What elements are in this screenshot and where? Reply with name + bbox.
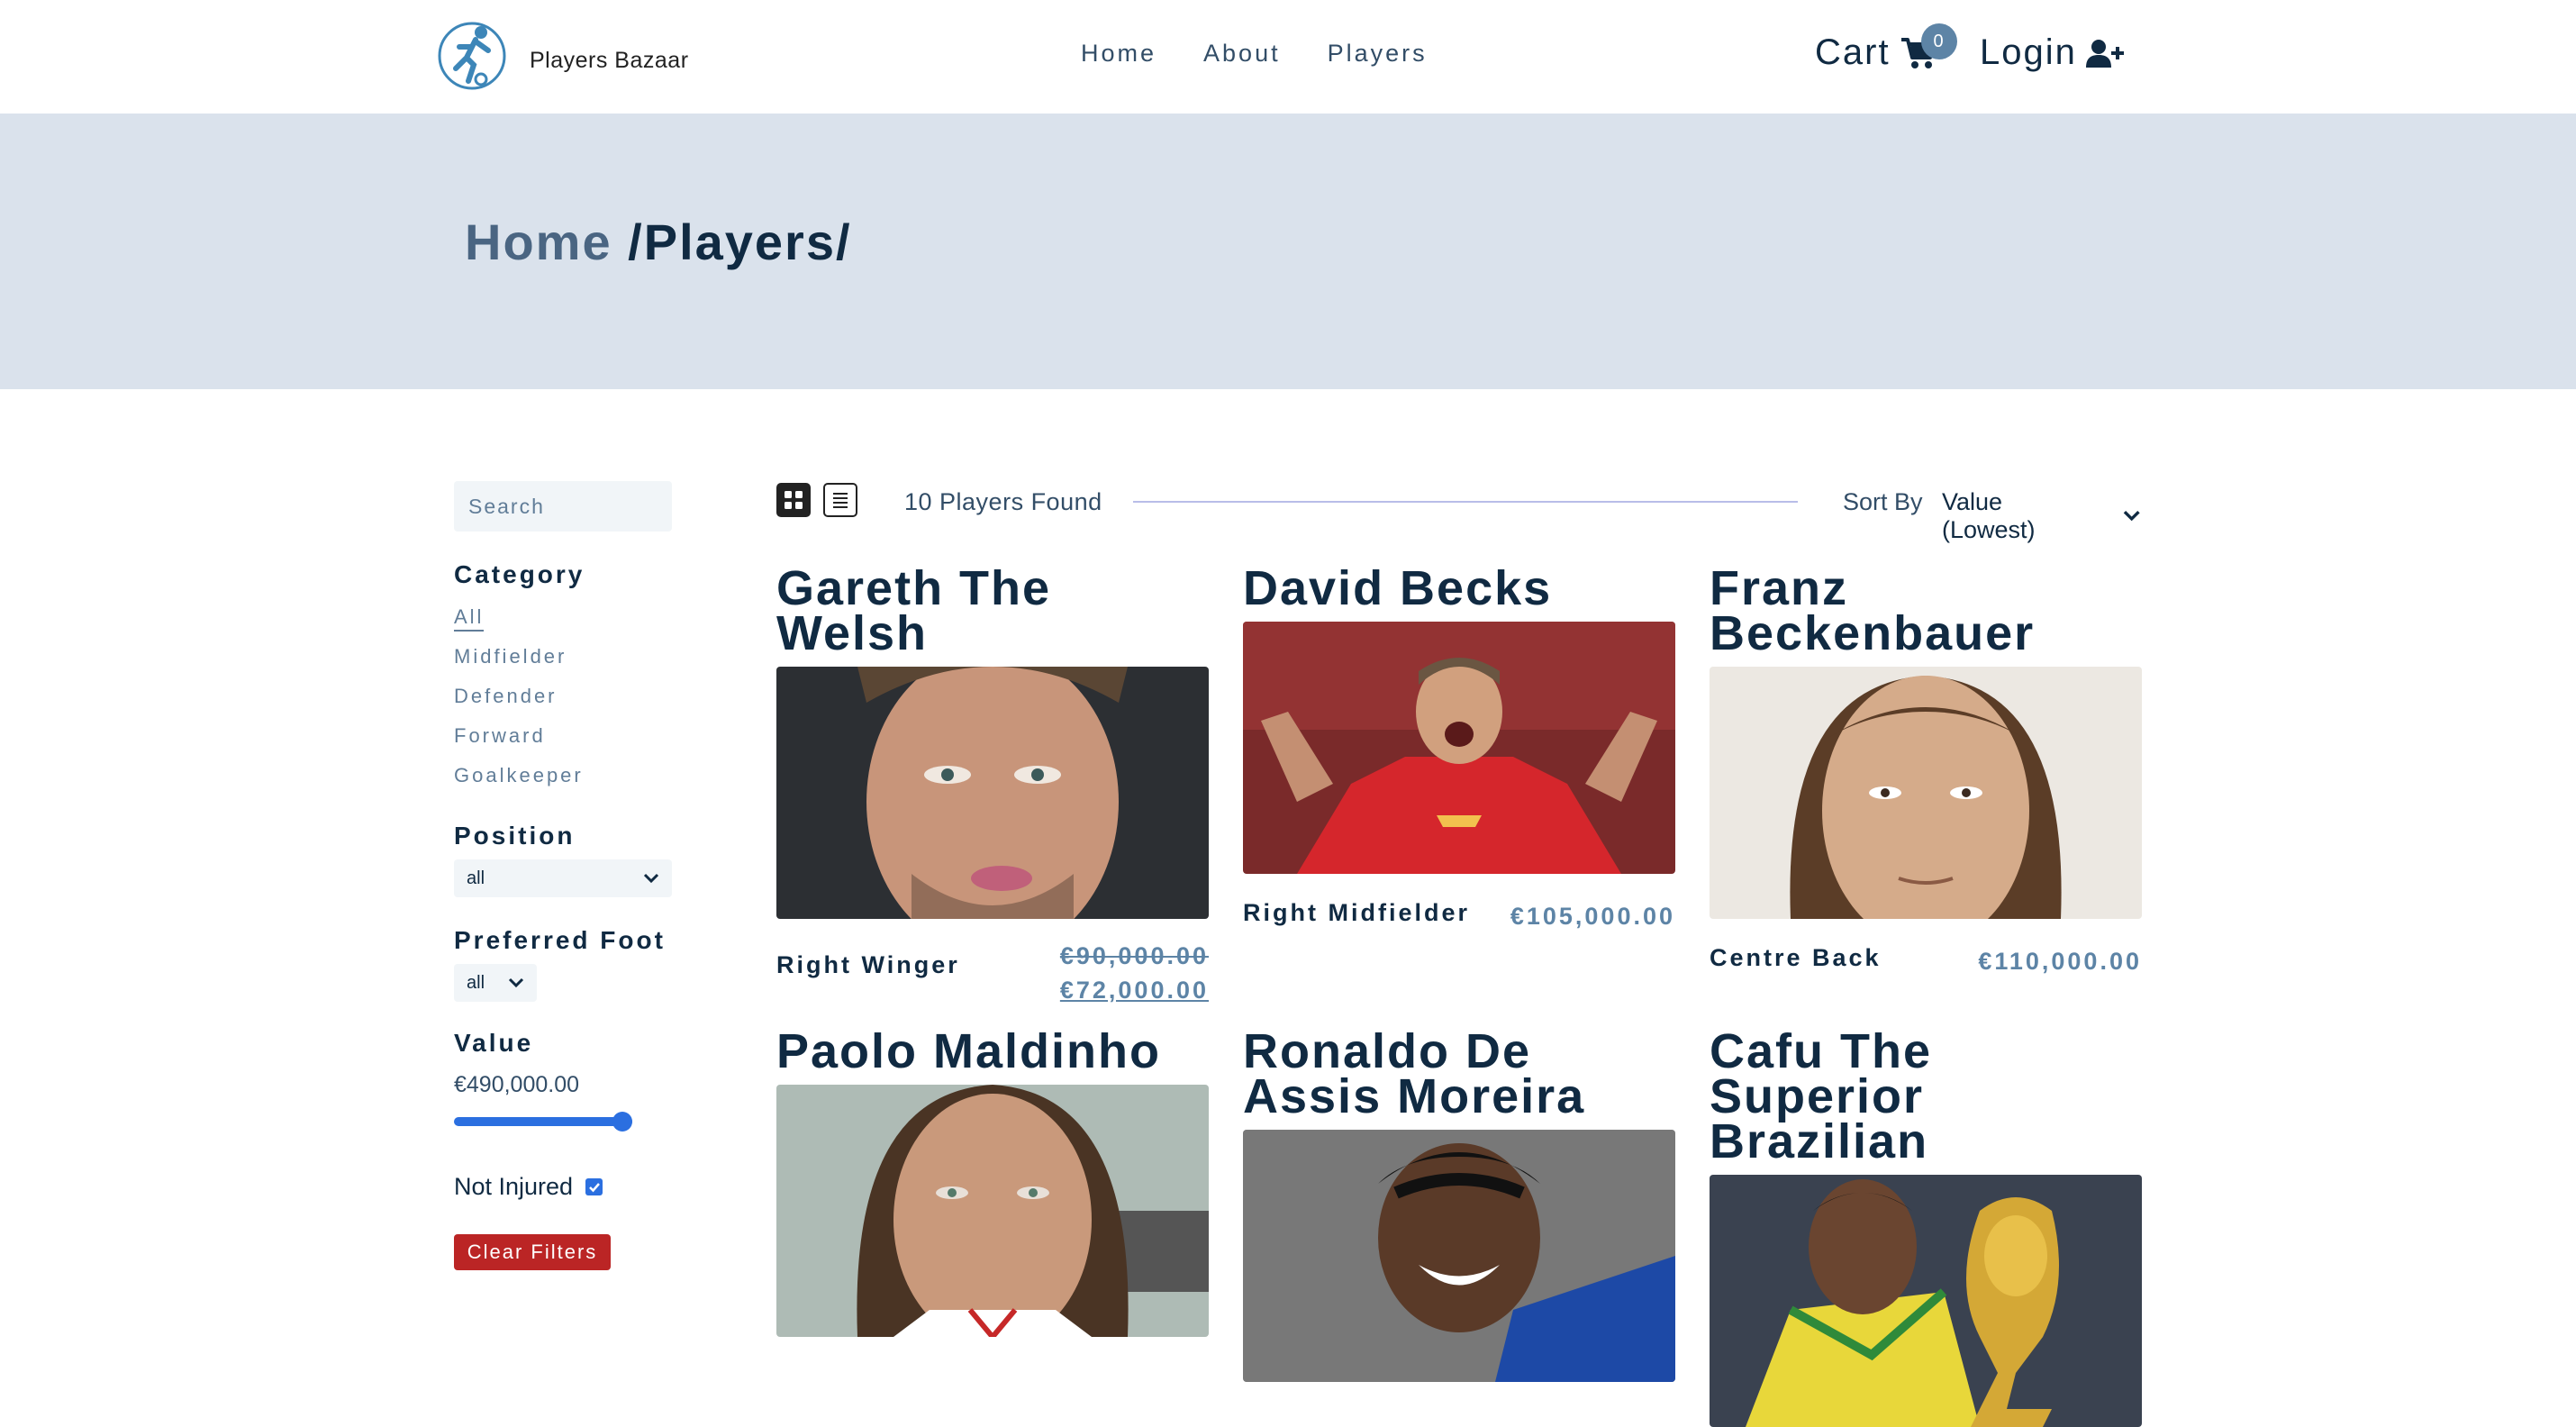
- chevron-down-icon: [508, 977, 524, 988]
- navbar: Players Bazaar Home About Players Cart 0…: [0, 0, 2576, 114]
- nav-link-players[interactable]: Players: [1328, 40, 1428, 68]
- player-photo-image: [776, 1085, 1209, 1337]
- brand-name: Players Bazaar: [530, 47, 689, 73]
- products-toolbar: 10 Players Found Sort By Value (Lowest): [776, 483, 2140, 543]
- player-price: €105,000.00: [1510, 903, 1675, 930]
- nav-links: Home About Players: [1081, 40, 1428, 68]
- player-discount-price: €72,000.00: [1059, 977, 1209, 1004]
- player-card-footer: Right Winger €90,000.00 €72,000.00: [776, 942, 1209, 1007]
- category-item-all[interactable]: All: [454, 604, 584, 643]
- category-label: Goalkeeper: [454, 764, 584, 786]
- category-item-midfielder[interactable]: Midfielder: [454, 643, 584, 683]
- value-title: Value: [454, 1029, 534, 1057]
- category-title: Category: [454, 560, 585, 588]
- brand-logo[interactable]: Players Bazaar: [436, 14, 689, 95]
- player-photo[interactable]: [1243, 622, 1675, 874]
- player-name: Paolo Maldinho: [776, 1024, 1161, 1078]
- nav-link-about[interactable]: About: [1203, 40, 1281, 68]
- category-list: All Midfielder Defender Forward Goalkeep…: [454, 604, 584, 802]
- player-name: Cafu The Superior Brazilian: [1710, 1024, 1933, 1168]
- nav-link-home[interactable]: Home: [1081, 40, 1156, 68]
- preferred-foot-title: Preferred Foot: [454, 926, 666, 954]
- login-button[interactable]: Login: [1980, 32, 2124, 73]
- soccer-player-logo-icon: [438, 22, 506, 90]
- player-name: David Becks: [1243, 561, 1553, 615]
- sort-label: Sort By: [1843, 488, 1923, 515]
- player-position: Centre Back: [1710, 944, 1882, 971]
- player-position: Right Midfielder: [1243, 899, 1470, 926]
- players-found-count: 10 Players Found: [904, 488, 1102, 515]
- player-photo-image: [1710, 667, 2142, 919]
- player-photo[interactable]: [1710, 667, 2142, 919]
- not-injured-label: Not Injured: [454, 1173, 574, 1200]
- slider-track: [454, 1117, 632, 1126]
- list-icon: [833, 493, 848, 508]
- player-card[interactable]: Gareth The Welsh Right Winger €90,000.00…: [776, 561, 1209, 1007]
- grid-icon: [785, 491, 803, 509]
- chevron-down-icon: [643, 873, 659, 884]
- page-hero: Home /Players/: [0, 114, 2576, 389]
- category-item-defender[interactable]: Defender: [454, 683, 584, 723]
- player-card[interactable]: Cafu The Superior Brazilian: [1710, 1024, 2142, 1427]
- sort-select[interactable]: Value (Lowest): [1942, 488, 2140, 544]
- player-photo-image: [1243, 622, 1675, 874]
- player-card-footer: Right Midfielder €105,000.00: [1243, 899, 1675, 933]
- position-select-value: all: [467, 868, 485, 888]
- breadcrumb: Home /Players/: [465, 213, 852, 271]
- player-original-price: €90,000.00: [1059, 942, 1209, 969]
- user-plus-icon: [2085, 39, 2124, 68]
- player-photo-image: [776, 667, 1209, 919]
- category-label: All: [454, 605, 485, 632]
- grid-view-button[interactable]: [776, 483, 811, 517]
- preferred-foot-select-value: all: [467, 972, 485, 993]
- chevron-down-icon: [2123, 510, 2140, 522]
- clear-filters-button[interactable]: Clear Filters: [454, 1234, 611, 1270]
- slider-thumb[interactable]: [612, 1112, 632, 1132]
- player-card[interactable]: David Becks Right Midfielder €105,000.00: [1243, 561, 1675, 933]
- player-photo-image: [1243, 1130, 1675, 1382]
- category-label: Defender: [454, 685, 558, 707]
- not-injured-checkbox[interactable]: [585, 1178, 603, 1195]
- player-card[interactable]: Paolo Maldinho: [776, 1024, 1209, 1337]
- player-card-footer: Centre Back €110,000.00: [1710, 944, 2142, 978]
- player-name: Gareth The Welsh: [776, 561, 1052, 660]
- login-label: Login: [1980, 32, 2077, 72]
- value-range-slider[interactable]: [454, 1112, 636, 1132]
- player-position: Right Winger: [776, 951, 960, 978]
- player-name: Ronaldo De Assis Moreira: [1243, 1024, 1586, 1123]
- category-item-goalkeeper[interactable]: Goalkeeper: [454, 762, 584, 802]
- cart-button[interactable]: Cart 0: [1815, 23, 1957, 73]
- value-amount: €490,000.00: [454, 1072, 580, 1097]
- player-card[interactable]: Franz Beckenbauer Centre Back €110,000.0…: [1710, 561, 2142, 978]
- checkmark-icon: [588, 1182, 600, 1192]
- cart-label: Cart: [1815, 32, 1891, 72]
- breadcrumb-home-link[interactable]: Home: [465, 214, 612, 270]
- preferred-foot-select[interactable]: all: [454, 964, 537, 1002]
- player-photo[interactable]: [1710, 1175, 2142, 1427]
- category-item-forward[interactable]: Forward: [454, 723, 584, 762]
- player-price: €90,000.00 €72,000.00: [1060, 939, 1209, 1007]
- sort-select-value: Value (Lowest): [1942, 488, 2036, 543]
- player-name: Franz Beckenbauer: [1710, 561, 2036, 660]
- player-photo-image: [1710, 1175, 2142, 1427]
- cart-count-badge: 0: [1921, 23, 1957, 59]
- player-photo[interactable]: [1243, 1130, 1675, 1382]
- player-card[interactable]: Ronaldo De Assis Moreira: [1243, 1024, 1675, 1382]
- player-price: €110,000.00: [1978, 948, 2142, 975]
- category-label: Forward: [454, 724, 546, 747]
- category-label: Midfielder: [454, 645, 567, 668]
- list-view-button[interactable]: [823, 483, 857, 517]
- position-title: Position: [454, 822, 576, 850]
- position-select[interactable]: all: [454, 859, 672, 897]
- player-photo[interactable]: [776, 667, 1209, 919]
- not-injured-filter: Not Injured: [454, 1173, 603, 1201]
- player-photo[interactable]: [776, 1085, 1209, 1337]
- search-input[interactable]: [454, 481, 672, 532]
- toolbar-divider: [1133, 501, 1798, 503]
- breadcrumb-current: /Players/: [612, 214, 852, 270]
